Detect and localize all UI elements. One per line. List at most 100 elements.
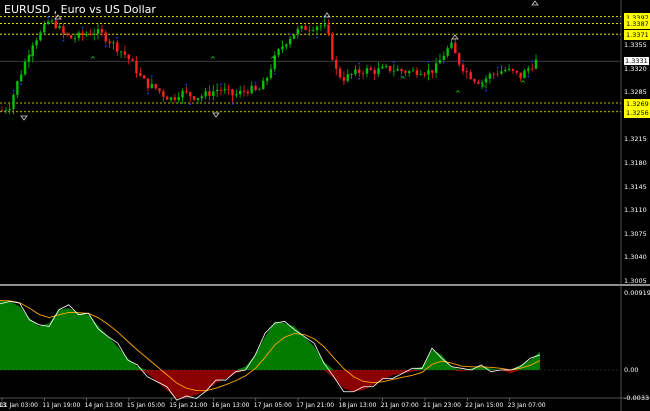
candle-body xyxy=(81,32,84,36)
candle-body xyxy=(304,25,307,31)
candle-body xyxy=(135,60,138,74)
candle-body xyxy=(534,59,538,69)
fractal-dot xyxy=(316,36,318,39)
fractal-dot xyxy=(392,61,395,64)
candle-body xyxy=(323,24,326,26)
price-tick-label: 1.3215 xyxy=(624,135,647,144)
fractal-dot xyxy=(62,39,65,42)
fractal-dot xyxy=(147,92,149,95)
candle-body xyxy=(46,21,50,25)
candle-body xyxy=(311,30,315,31)
candle-body xyxy=(204,91,207,97)
candle-body xyxy=(54,20,57,29)
fractal-dot xyxy=(185,83,188,86)
oscillator-tick-label: 0.00919 xyxy=(624,289,650,297)
histogram-negative xyxy=(0,370,540,399)
arrow-marker-icon: ^ xyxy=(90,56,96,64)
current-price-label: 1.3331 xyxy=(624,57,649,66)
candle-body xyxy=(0,110,4,112)
candle-body xyxy=(16,81,19,95)
candle-body xyxy=(238,90,242,95)
candle-body xyxy=(377,68,380,74)
candle-body xyxy=(530,68,534,70)
time-tick-label: 22 Jan 15:00 xyxy=(465,402,504,409)
price-tick-label: 1.3005 xyxy=(624,277,647,285)
candle-body xyxy=(423,74,426,75)
candle-body xyxy=(504,70,507,72)
candle-body xyxy=(488,73,492,79)
candle-body xyxy=(434,63,438,73)
candle-body xyxy=(450,42,453,49)
fractal-dot xyxy=(104,44,107,47)
candle-body xyxy=(381,66,384,69)
histogram-positive xyxy=(0,300,540,370)
candle-body xyxy=(258,89,261,91)
fractal-dot xyxy=(462,60,464,62)
arrow-marker-icon: ^ xyxy=(210,56,216,64)
candle-body xyxy=(4,110,8,111)
price-tick-label: 1.3145 xyxy=(624,182,647,191)
candle-body xyxy=(465,71,469,73)
price-chart[interactable]: ^ ^ ^ ^ ^ ^ ^ ^ xyxy=(0,0,650,411)
candle-body xyxy=(507,69,511,71)
level-price-label: 1.3371 xyxy=(624,30,650,41)
candle-body xyxy=(419,74,422,75)
candle-body xyxy=(69,35,73,39)
candle-body xyxy=(169,97,173,100)
arrow-marker-icon: ^ xyxy=(480,84,486,92)
candle-body xyxy=(392,70,396,72)
candle-body xyxy=(200,96,203,99)
candle-body xyxy=(461,64,465,72)
fractal-dot xyxy=(150,75,153,78)
fractal-dot xyxy=(273,72,276,75)
fractal-arrow-icon xyxy=(212,112,220,118)
candle-body xyxy=(369,68,373,70)
candle-body xyxy=(515,70,518,73)
candle-body xyxy=(296,28,300,35)
candle-body xyxy=(173,97,177,100)
candle-body xyxy=(250,85,253,94)
fractal-dot xyxy=(47,16,50,19)
fractal-dot xyxy=(289,33,292,35)
oscillator-tick-label: -0.0033 xyxy=(624,393,650,402)
candle-body xyxy=(215,89,219,92)
candle-body xyxy=(39,32,42,41)
candle-body xyxy=(154,83,157,89)
candle-body xyxy=(319,25,323,27)
candle-body xyxy=(20,74,23,82)
fractal-dot xyxy=(358,77,361,80)
candle-body xyxy=(127,54,130,60)
candle-body xyxy=(246,91,250,94)
candle-body xyxy=(139,73,142,76)
candle-body xyxy=(265,77,269,81)
candle-body xyxy=(277,49,280,56)
candle-body xyxy=(454,42,457,54)
candle-body xyxy=(231,89,234,96)
candle-body xyxy=(108,41,111,44)
candle-body xyxy=(158,88,161,92)
candle-body xyxy=(192,96,196,100)
candle-body xyxy=(288,38,292,45)
candle-body xyxy=(185,90,188,93)
candle-body xyxy=(388,65,392,71)
candle-body xyxy=(315,26,319,31)
candle-body xyxy=(496,73,499,75)
candle-body xyxy=(335,59,338,69)
candle-body xyxy=(365,68,369,74)
fractal-dot xyxy=(358,62,361,65)
candle-body xyxy=(292,34,296,39)
price-tick-label: 1.3040 xyxy=(624,253,647,262)
candle-body xyxy=(212,91,215,96)
time-tick-label: 23 Jan 07:00 xyxy=(507,402,546,409)
fractal-dot xyxy=(254,81,257,84)
candle-body xyxy=(327,24,330,34)
candle-body xyxy=(142,75,146,79)
candle-body xyxy=(254,85,257,90)
candle-body xyxy=(196,98,200,100)
candle-body xyxy=(73,38,77,39)
candle-body xyxy=(242,90,246,92)
candle-body xyxy=(396,69,399,71)
candle-body xyxy=(361,72,365,74)
time-tick-label: 17 Jan 21:00 xyxy=(296,402,335,409)
candle-body xyxy=(411,70,415,72)
